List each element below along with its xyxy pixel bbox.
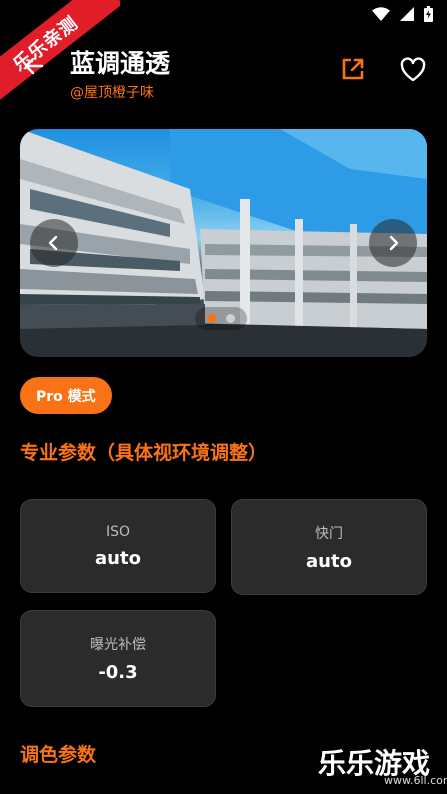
status-bar [372,4,433,24]
param-label: 曝光补偿 [90,637,146,653]
param-label: 快门 [315,525,343,542]
carousel-dot[interactable] [226,314,235,323]
battery-icon [424,6,433,22]
page-title: 蓝调通透 [70,49,171,78]
param-card-exposure: 曝光补偿 -0.3 [20,610,216,707]
color-params-title: 调色参数 [20,744,97,766]
chevron-right-icon [389,235,399,251]
share-external-icon[interactable] [340,56,366,82]
author-link[interactable]: @屋顶橙子味 [70,82,154,102]
param-value: -0.3 [98,662,138,683]
signal-icon [400,7,414,21]
param-value: auto [95,547,141,569]
site-watermark-url: www.6ll.com [384,774,447,787]
heart-outline-icon[interactable] [399,56,427,84]
chevron-left-icon [48,235,58,251]
param-card-shutter: 快门 auto [231,499,427,595]
carousel-next-button[interactable] [369,219,417,267]
wifi-icon [372,7,390,21]
pro-params-title: 专业参数（具体视环境调整） [20,442,268,464]
param-value: auto [306,550,352,572]
pro-mode-badge[interactable]: Pro 模式 [20,377,112,414]
carousel-prev-button[interactable] [30,219,78,267]
back-arrow-icon[interactable] [22,54,46,78]
photo-carousel[interactable] [20,129,427,357]
carousel-indicator [195,307,247,330]
param-card-iso: ISO auto [20,499,216,593]
param-label: ISO [105,523,131,540]
carousel-dot-active[interactable] [207,314,216,323]
